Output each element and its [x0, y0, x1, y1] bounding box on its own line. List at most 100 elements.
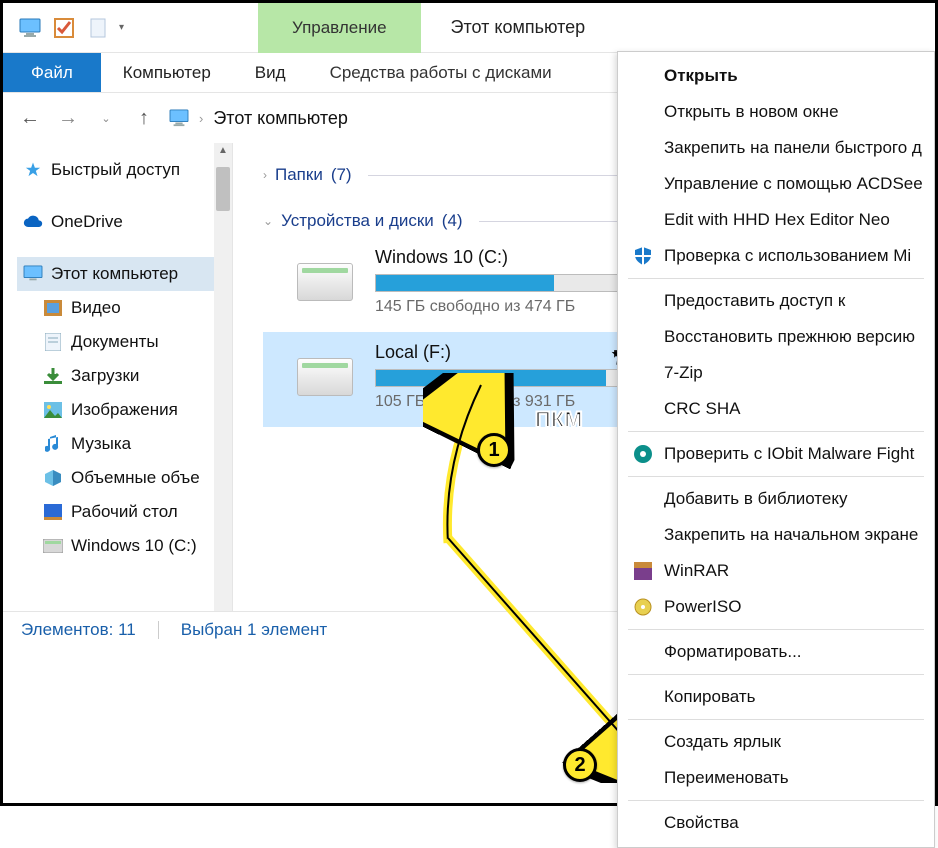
monitor-icon[interactable] — [17, 15, 43, 41]
nav-pictures[interactable]: Изображения — [17, 393, 232, 427]
ctx-pin-quick-access[interactable]: Закрепить на панели быстрого д — [618, 130, 934, 166]
desktop-icon — [43, 502, 63, 522]
ctx-label: Создать ярлык — [664, 732, 781, 752]
annotation-marker-1: 1 — [477, 433, 511, 467]
ctx-separator — [628, 431, 924, 432]
ctx-winrar[interactable]: WinRAR — [618, 553, 934, 589]
document-icon[interactable] — [85, 15, 111, 41]
nav-video[interactable]: Видео — [17, 291, 232, 325]
chevron-down-icon: ⌄ — [263, 214, 273, 228]
ribbon-context-manage[interactable]: Управление — [258, 3, 421, 53]
qat-overflow-icon[interactable]: ▾ — [119, 22, 124, 33]
ctx-separator — [628, 800, 924, 801]
monitor-icon — [23, 264, 43, 284]
tab-drive-tools[interactable]: Средства работы с дисками — [308, 53, 574, 92]
scroll-thumb[interactable] — [216, 167, 230, 211]
ctx-7zip[interactable]: 7-Zip — [618, 355, 934, 391]
ctx-label: PowerISO — [664, 597, 741, 617]
monitor-icon — [169, 108, 189, 128]
breadcrumb-root[interactable]: Этот компьютер — [213, 108, 348, 129]
ctx-copy[interactable]: Копировать — [618, 679, 934, 715]
tab-view[interactable]: Вид — [233, 53, 308, 92]
nav-this-pc[interactable]: Этот компьютер — [17, 257, 232, 291]
ctx-open[interactable]: Открыть — [618, 58, 934, 94]
group-label: Папки — [275, 165, 323, 185]
video-icon — [43, 298, 63, 318]
ctx-label: Открыть — [664, 66, 738, 86]
ctx-format[interactable]: Форматировать... — [618, 634, 934, 670]
nav-label: OneDrive — [51, 212, 123, 232]
document-icon — [43, 332, 63, 352]
marker-label: 1 — [488, 439, 499, 462]
cube-icon — [43, 468, 63, 488]
ctx-separator — [628, 476, 924, 477]
nav-quick-access[interactable]: Быстрый доступ — [17, 153, 232, 187]
nav-scrollbar[interactable]: ▲ — [214, 143, 232, 623]
status-separator — [158, 621, 159, 639]
nav-up-icon[interactable]: ↑ — [131, 105, 157, 131]
quick-access-toolbar: ▾ — [3, 15, 138, 41]
cloud-icon — [23, 212, 43, 232]
drive-free-text: 105 ГБ свободно из 931 ГБ — [375, 393, 635, 411]
ctx-share[interactable]: Предоставить доступ к — [618, 283, 934, 319]
ctx-label: Проверка с использованием Mi — [664, 246, 911, 266]
ctx-label: Добавить в библиотеку — [664, 489, 848, 509]
nav-back-icon[interactable]: ← — [17, 105, 43, 131]
ctx-label: WinRAR — [664, 561, 729, 581]
drive-usage-bar — [375, 369, 635, 387]
ctx-pin-start[interactable]: Закрепить на начальном экране — [618, 517, 934, 553]
nav-recent-icon[interactable]: ⌄ — [93, 105, 119, 131]
ctx-label: CRC SHA — [664, 399, 741, 419]
ctx-poweriso[interactable]: PowerISO — [618, 589, 934, 625]
ctx-rename[interactable]: Переименовать — [618, 760, 934, 796]
ctx-separator — [628, 629, 924, 630]
title-bar: ▾ Управление Этот компьютер — [3, 3, 935, 53]
breadcrumb[interactable]: › Этот компьютер — [169, 108, 348, 129]
ctx-restore-version[interactable]: Восстановить прежнюю версию — [618, 319, 934, 355]
music-icon — [43, 434, 63, 454]
drive-usage-bar — [375, 274, 635, 292]
ctx-acdsee[interactable]: Управление с помощью ACDSee — [618, 166, 934, 202]
ctx-label: Закрепить на панели быстрого д — [664, 138, 922, 158]
nav-label: Загрузки — [71, 366, 139, 386]
marker-label: 2 — [574, 754, 585, 777]
ctx-add-library[interactable]: Добавить в библиотеку — [618, 481, 934, 517]
nav-downloads[interactable]: Загрузки — [17, 359, 232, 393]
ctx-separator — [628, 719, 924, 720]
nav-music[interactable]: Музыка — [17, 427, 232, 461]
winrar-icon — [632, 560, 654, 582]
ctx-label: Предоставить доступ к — [664, 291, 845, 311]
drive-icon — [297, 358, 353, 396]
nav-label: Документы — [71, 332, 159, 352]
ctx-label: Открыть в новом окне — [664, 102, 839, 122]
ctx-label: Копировать — [664, 687, 756, 707]
tab-file[interactable]: Файл — [3, 53, 101, 92]
drive-free-text: 145 ГБ свободно из 474 ГБ — [375, 298, 635, 316]
checkbox-icon[interactable] — [51, 15, 77, 41]
nav-drive-c[interactable]: Windows 10 (C:) — [17, 529, 232, 563]
scroll-up-icon[interactable]: ▲ — [218, 145, 228, 156]
ctx-iobit-scan[interactable]: Проверить с IObit Malware Fight — [618, 436, 934, 472]
nav-label: Рабочий стол — [71, 502, 178, 522]
picture-icon — [43, 400, 63, 420]
nav-documents[interactable]: Документы — [17, 325, 232, 359]
annotation-pkm-label: ПКМ — [535, 407, 583, 433]
ctx-defender-scan[interactable]: Проверка с использованием Mi — [618, 238, 934, 274]
nav-onedrive[interactable]: OneDrive — [17, 205, 232, 239]
nav-3d-objects[interactable]: Объемные объе — [17, 461, 232, 495]
ctx-create-shortcut[interactable]: Создать ярлык — [618, 724, 934, 760]
chevron-right-icon[interactable]: › — [199, 111, 203, 126]
nav-label: Быстрый доступ — [51, 160, 180, 180]
ctx-crc-sha[interactable]: CRC SHA — [618, 391, 934, 427]
drive-icon — [297, 263, 353, 301]
iobit-icon — [632, 443, 654, 465]
nav-desktop[interactable]: Рабочий стол — [17, 495, 232, 529]
ctx-label: Форматировать... — [664, 642, 802, 662]
tab-computer[interactable]: Компьютер — [101, 53, 233, 92]
ctx-label: Управление с помощью ACDSee — [664, 174, 923, 194]
ctx-hex-editor[interactable]: Edit with HHD Hex Editor Neo — [618, 202, 934, 238]
ctx-properties[interactable]: Свойства — [618, 805, 934, 841]
ctx-open-new-window[interactable]: Открыть в новом окне — [618, 94, 934, 130]
nav-forward-icon[interactable]: → — [55, 105, 81, 131]
star-icon — [23, 160, 43, 180]
